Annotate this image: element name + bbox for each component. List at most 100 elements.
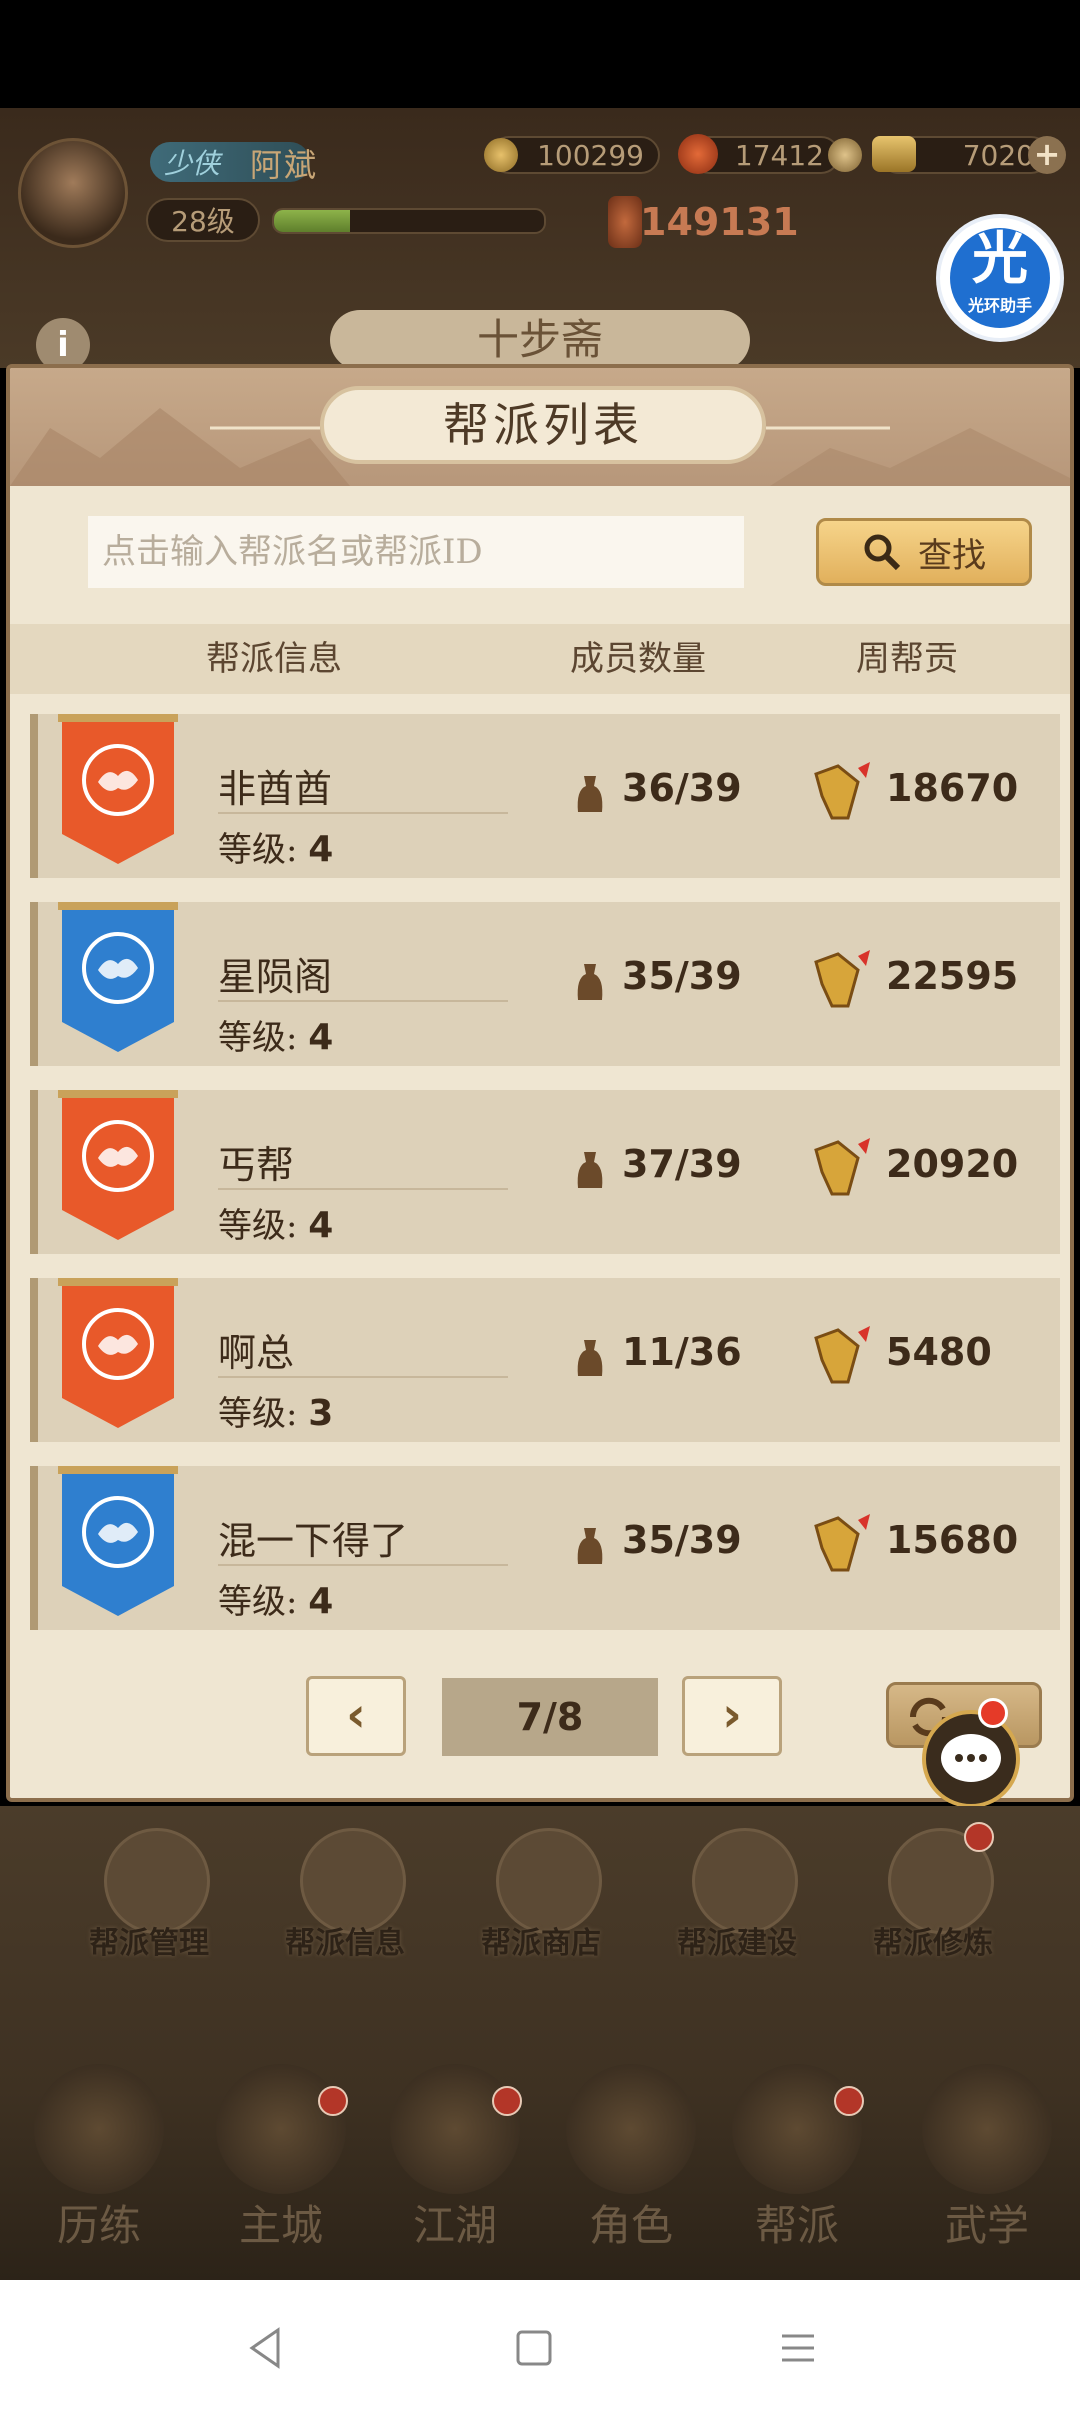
nav-emblem-icon (390, 2064, 520, 2194)
member-icon (577, 964, 603, 1000)
notification-dot (318, 2086, 348, 2116)
guild-name: 星陨阁 (218, 955, 333, 999)
col-weekly-contribution: 周帮贡 (856, 639, 958, 679)
weekly-contribution: 15680 (886, 1518, 1019, 1562)
divider (218, 1564, 508, 1566)
copper-value: 100299 (537, 138, 644, 172)
prev-page-button[interactable]: ‹ (306, 1676, 406, 1756)
guild-info-button[interactable]: 帮派信息 (260, 1828, 430, 1998)
nav-label: 主城 (238, 2201, 323, 2250)
divider (218, 812, 508, 814)
weekly-contribution: 20920 (886, 1142, 1019, 1186)
find-button-label: 查找 (918, 535, 986, 576)
guild-shop-button[interactable]: 帮派商店 (456, 1828, 626, 1998)
cultivation-reddot (964, 1822, 994, 1852)
helper-logo-icon: 光 光环助手 (950, 228, 1050, 328)
find-button[interactable]: 查找 (816, 518, 1032, 586)
nav-label: 江湖 (412, 2201, 497, 2250)
divider (218, 1000, 508, 1002)
search-icon (864, 534, 901, 571)
jade-icon (678, 134, 718, 174)
level-prefix: 等级: (218, 1394, 298, 1434)
power-icon (608, 196, 642, 248)
add-gold-button[interactable]: + (1028, 136, 1066, 174)
divider (218, 1376, 508, 1378)
guild-level: 等级: 4 (218, 1010, 333, 1059)
guild-level: 等级: 3 (218, 1386, 333, 1435)
nav-character[interactable]: 角色 (546, 2044, 716, 2254)
guild-level-value: 4 (308, 1581, 334, 1622)
player-avatar[interactable] (18, 138, 128, 248)
nav-martial-arts[interactable]: 武学 (902, 2044, 1072, 2254)
guild-level-value: 4 (308, 1017, 334, 1058)
contribution-token-icon (814, 1138, 870, 1196)
guild-level-value: 3 (308, 1393, 334, 1434)
nav-label: 武学 (944, 2201, 1029, 2250)
next-page-button[interactable]: › (682, 1676, 782, 1756)
member-icon (577, 776, 603, 812)
player-name: 阿斌 (250, 146, 319, 184)
guild-build-button[interactable]: 帮派建设 (652, 1828, 822, 1998)
contribution-token-icon (814, 1326, 870, 1384)
function-label: 帮派信息 (285, 1926, 405, 1961)
nav-emblem-icon (922, 2064, 1052, 2194)
weekly-contribution: 18670 (886, 766, 1019, 810)
nav-main-city[interactable]: 主城 (196, 2044, 366, 2254)
dialog-header: 帮派列表 (10, 368, 1070, 486)
function-label: 帮派修炼 (873, 1926, 993, 1961)
guild-row[interactable]: 混一下得了等级: 4 35/39 15680 (30, 1466, 1060, 1630)
helper-logo-char: 光 (972, 227, 1028, 292)
guild-row[interactable]: 星陨阁 等级: 4 35/39 22595 (30, 902, 1060, 1066)
chat-notification-dot (978, 1698, 1008, 1728)
location-title: 十步斋 (330, 310, 750, 370)
xp-bar (272, 208, 546, 234)
guild-banner-icon (58, 1466, 178, 1616)
level-prefix: 等级: (218, 1582, 298, 1622)
prev-arrow-icon: ‹ (346, 1687, 366, 1743)
guild-banner-icon (58, 1278, 178, 1428)
guild-name: 非酋酋 (218, 767, 333, 811)
guild-name: 混一下得了 (218, 1519, 409, 1563)
nav-training[interactable]: 历练 (14, 2044, 184, 2254)
menu-icon[interactable] (768, 2318, 828, 2378)
member-icon (577, 1528, 603, 1564)
player-level: 28级 (146, 198, 260, 242)
nav-label: 角色 (588, 2201, 673, 2250)
function-label: 帮派管理 (89, 1926, 209, 1961)
guild-row[interactable]: 非酋酋 等级: 4 36/39 18670 (30, 714, 1060, 878)
next-arrow-icon: › (722, 1687, 742, 1743)
guild-manage-button[interactable]: 帮派管理 (64, 1828, 234, 1998)
nav-guild[interactable]: 帮派 (712, 2044, 882, 2254)
ingot-icon (828, 138, 862, 172)
member-count: 35/39 (622, 954, 742, 998)
chat-button[interactable] (922, 1710, 1020, 1808)
level-prefix: 等级: (218, 1206, 298, 1246)
level-prefix: 等级: (218, 1018, 298, 1058)
guild-list-dialog: 帮派列表 点击输入帮派名或帮派ID 查找 帮派信息 成员数量 周帮贡 非酋酋等级… (6, 364, 1074, 1802)
function-label: 帮派建设 (677, 1926, 797, 1961)
gold-ingot-icon (872, 136, 916, 172)
member-count: 35/39 (622, 1518, 742, 1562)
jade-value: 17412 (734, 138, 824, 172)
contribution-token-icon (814, 1514, 870, 1572)
guild-row[interactable]: 丐帮 等级: 4 37/39 20920 (30, 1090, 1060, 1254)
guild-banner-icon (58, 902, 178, 1052)
nav-emblem-icon (34, 2064, 164, 2194)
page-indicator: 7/8 (442, 1678, 658, 1756)
col-member-count: 成员数量 (570, 639, 706, 679)
notification-dot (492, 2086, 522, 2116)
guild-level: 等级: 4 (218, 1574, 333, 1623)
back-icon[interactable] (236, 2318, 296, 2378)
xp-fill (274, 210, 350, 232)
member-count: 36/39 (622, 766, 742, 810)
guild-row[interactable]: 啊总 等级: 3 11/36 5480 (30, 1278, 1060, 1442)
helper-app-button[interactable]: 光 光环助手 (940, 218, 1060, 338)
table-header: 帮派信息 成员数量 周帮贡 (10, 624, 1070, 694)
helper-name: 光环助手 (967, 296, 1032, 315)
guild-search-input[interactable]: 点击输入帮派名或帮派ID (88, 516, 744, 588)
member-icon (577, 1152, 603, 1188)
nav-jianghu[interactable]: 江湖 (370, 2044, 540, 2254)
home-icon[interactable] (504, 2318, 564, 2378)
guild-cultivate-button[interactable]: 帮派修炼 (848, 1828, 1018, 1998)
guild-banner-icon (58, 714, 178, 864)
